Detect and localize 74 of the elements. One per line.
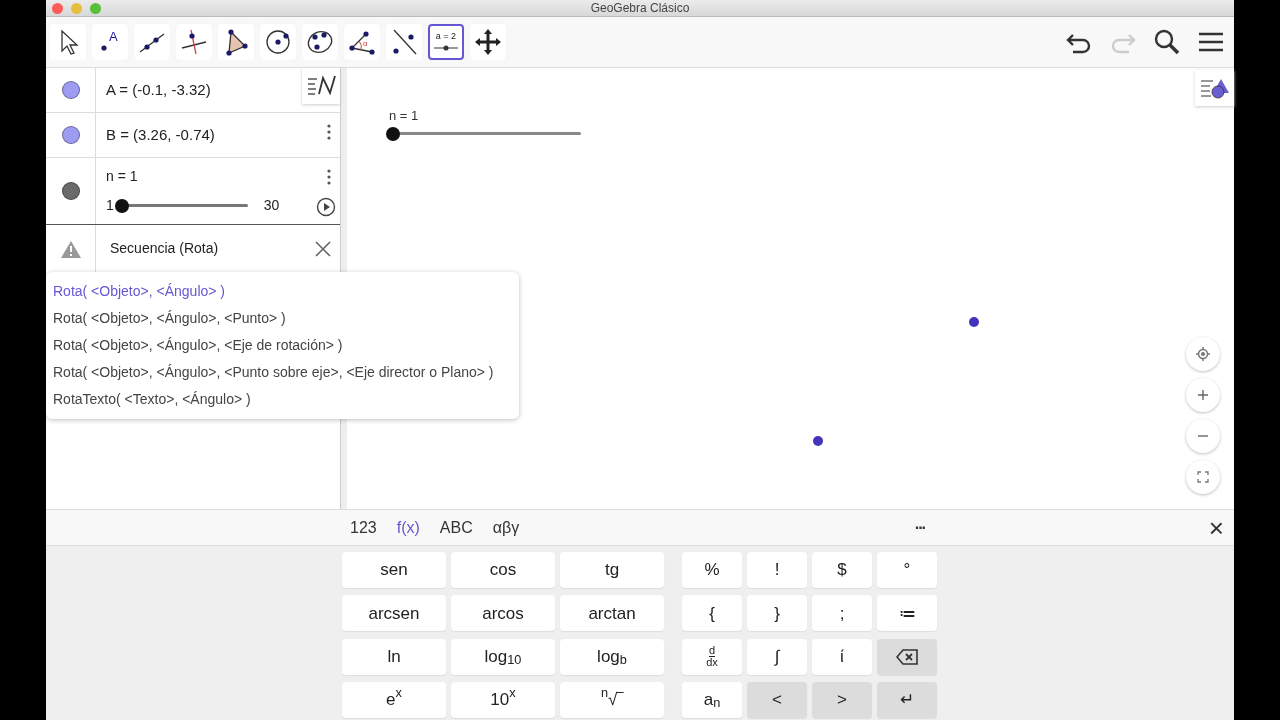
more-options-icon[interactable] — [327, 122, 331, 141]
visibility-dot[interactable] — [61, 182, 80, 200]
more-options-icon[interactable] — [327, 167, 331, 186]
close-icon[interactable] — [314, 239, 332, 258]
keyboard-tab[interactable]: ABC — [429, 515, 483, 540]
window-title: GeoGebra Clásico — [590, 1, 690, 15]
algebra-entry: A = (-0.1, -3.32) — [105, 79, 212, 100]
keyboard-key[interactable]: ↵ — [877, 681, 937, 718]
locate-icon[interactable] — [1195, 346, 1211, 362]
keyboard-key[interactable]: } — [747, 595, 807, 632]
tool-button[interactable]: a = 2 — [428, 24, 464, 60]
keyboard-tab[interactable]: αβγ — [482, 515, 530, 540]
tool-button[interactable] — [302, 24, 338, 60]
suggestion-item[interactable]: Rota( <Objeto>, <Ángulo>, <Punto sobre eje>, <Eje director o Plano> ) — [46, 359, 519, 386]
slider-label: n = 1 — [389, 107, 420, 125]
keyboard-key[interactable]: ln — [342, 638, 446, 675]
tool-button[interactable] — [386, 24, 422, 60]
tool-button[interactable] — [470, 24, 506, 60]
keyboard-key[interactable]: arcos — [451, 595, 555, 632]
close-keyboard-button[interactable]: × — [1198, 514, 1234, 541]
keyboard-key[interactable]: ° — [877, 552, 937, 588]
keyboard-key[interactable]: e$^{x}$ — [342, 681, 446, 718]
visibility-dot[interactable] — [61, 81, 80, 99]
keyboard-key[interactable]: log$_{10}$ — [451, 638, 555, 675]
input-field[interactable]: Secuencia (Rota) — [96, 225, 314, 272]
keyboard-key[interactable]: arctan — [560, 595, 664, 632]
suggestion-item[interactable]: Rota( <Objeto>, <Ángulo>, <Eje de rotación> ) — [46, 332, 519, 359]
tool-button[interactable]: α — [344, 24, 380, 60]
suggestion-item[interactable]: Rota( <Objeto>, <Ángulo>, <Punto> ) — [46, 305, 519, 332]
tool-button[interactable] — [134, 24, 170, 60]
keyboard-key[interactable]: ί — [812, 638, 872, 675]
keyboard-key[interactable]: sen — [342, 552, 446, 588]
search-icon[interactable] — [1152, 27, 1182, 57]
keyboard-key[interactable]: log$_{b}$ — [560, 638, 664, 675]
keyboard-key[interactable]: ≔ — [877, 595, 937, 632]
keyboard-tab[interactable]: f(x) — [386, 515, 430, 540]
backspace-icon[interactable] — [896, 647, 918, 666]
slider-thumb[interactable] — [114, 199, 129, 213]
keyboard-key[interactable]: ; — [812, 595, 872, 632]
algebra-entry: n = 1 — [105, 167, 139, 186]
keyboard-key[interactable]: d dx — [682, 638, 742, 675]
slider-max: 30 — [263, 196, 280, 215]
visibility-dot[interactable] — [61, 126, 80, 144]
keyboard-key[interactable]: > — [812, 681, 872, 718]
close-window-button[interactable] — [52, 3, 63, 14]
keyboard-key[interactable]: arcsen — [342, 595, 446, 632]
keyboard-key[interactable]: cos — [451, 552, 555, 588]
point[interactable] — [969, 316, 980, 327]
tool-button[interactable] — [218, 24, 254, 60]
keyboard-key[interactable]: $ — [812, 552, 872, 588]
play-icon[interactable] — [316, 196, 336, 217]
tool-button[interactable] — [176, 24, 212, 60]
tool-button[interactable] — [260, 24, 296, 60]
keyboard-tab[interactable]: 123 — [340, 515, 387, 540]
suggestion-item[interactable]: Rota( <Objeto>, <Ángulo> ) — [46, 278, 519, 305]
keyboard-key[interactable]: a$_{n}$ — [682, 681, 742, 718]
tool-button[interactable]: A — [92, 24, 128, 60]
point[interactable] — [813, 436, 823, 447]
more-button[interactable]: ··· — [904, 515, 935, 540]
algebra-entry: B = (3.26, -0.74) — [105, 124, 216, 145]
slider-min: 1 — [106, 196, 114, 215]
keyboard-key[interactable]: < — [747, 681, 807, 718]
keyboard-key[interactable]: ! — [747, 552, 807, 588]
slider-thumb[interactable] — [386, 126, 400, 141]
keyboard-key[interactable]: % — [682, 552, 742, 588]
keyboard-key[interactable]: $^{n}$√‾ — [560, 681, 664, 718]
keyboard-key[interactable]: 10$^{x}$ — [451, 681, 555, 718]
suggestion-item[interactable]: RotaTexto( <Texto>, <Ángulo> ) — [46, 386, 519, 413]
keyboard-key[interactable]: tg — [560, 552, 664, 588]
tool-button[interactable] — [50, 24, 86, 60]
fullscreen-icon[interactable] — [1195, 469, 1211, 485]
keyboard-key[interactable]: { — [682, 595, 742, 632]
zoom-in-icon[interactable] — [1195, 387, 1211, 403]
keyboard-key[interactable]: ∫ — [747, 638, 807, 675]
